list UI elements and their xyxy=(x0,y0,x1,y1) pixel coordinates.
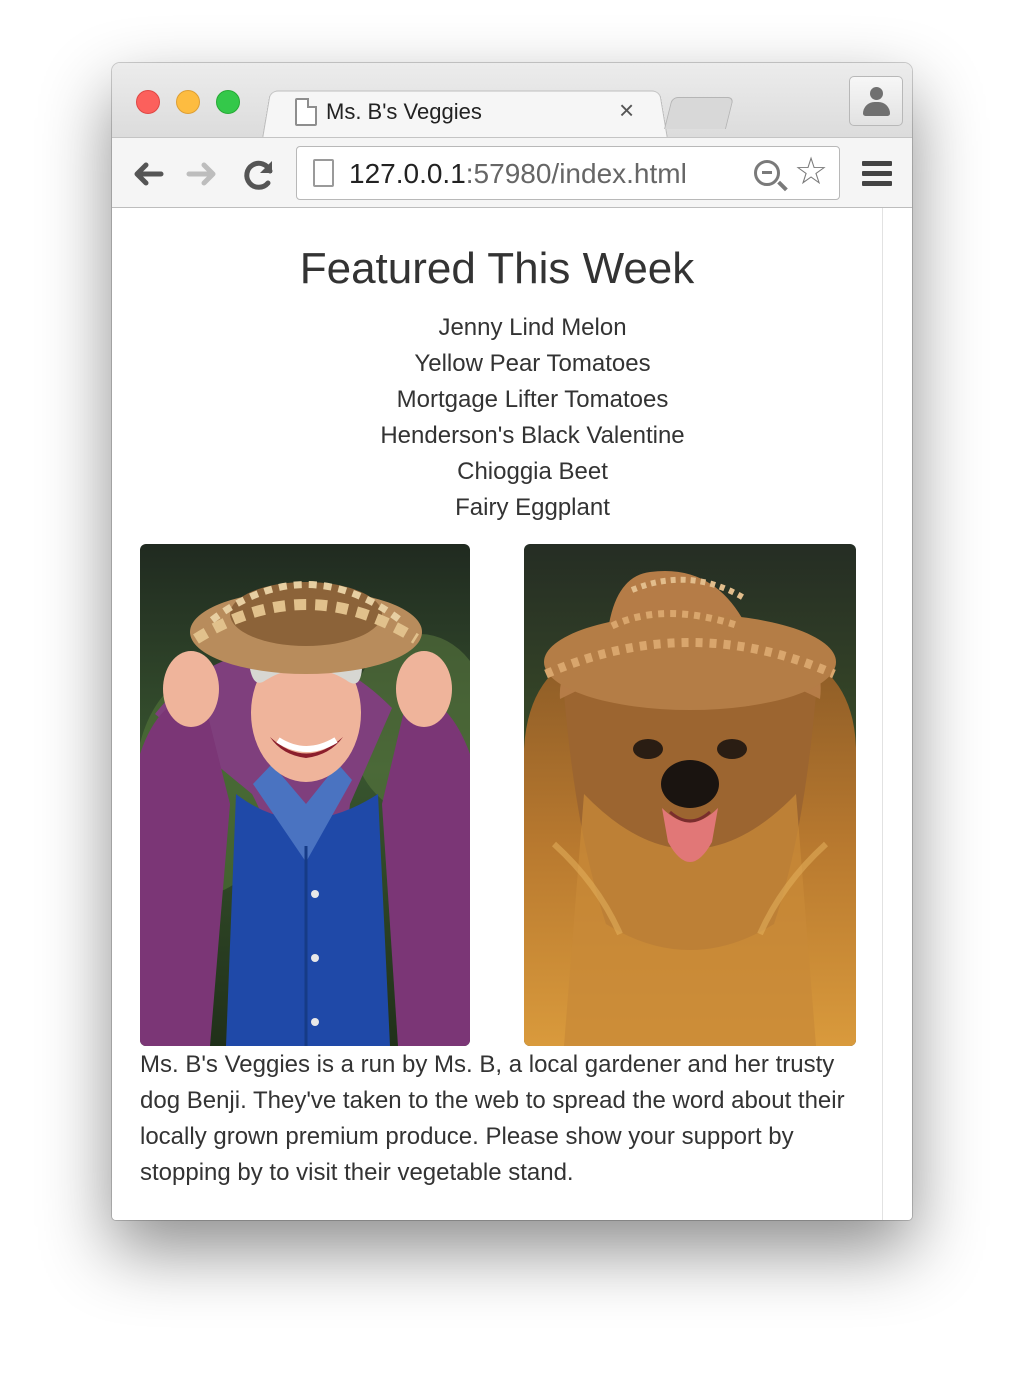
forward-arrow-icon[interactable] xyxy=(182,154,222,194)
url-path: :57980/index.html xyxy=(465,158,687,189)
profile-icon xyxy=(870,87,883,100)
new-tab-button[interactable] xyxy=(664,97,734,129)
minimize-window-button[interactable] xyxy=(176,90,200,114)
list-item: Jenny Lind Melon xyxy=(438,314,627,341)
forward-arrow-svg xyxy=(186,162,216,186)
photo-benji xyxy=(524,544,856,1046)
title-bar: Ms. B's Veggies × xyxy=(112,63,912,139)
tab-title: Ms. B's Veggies xyxy=(326,99,482,124)
close-window-button[interactable] xyxy=(136,90,160,114)
active-tab-content[interactable]: Ms. B's Veggies × xyxy=(292,93,652,133)
page-content: Featured This Week Jenny Lind Melon Yell… xyxy=(112,208,882,1220)
tab-close-button[interactable]: × xyxy=(619,95,634,126)
photo-ms-b xyxy=(140,544,470,1046)
page-icon xyxy=(313,159,334,187)
scrollbar[interactable] xyxy=(882,208,912,1220)
zoom-icon[interactable] xyxy=(754,160,780,186)
address-bar[interactable]: 127.0.0.1:57980/index.html ☆ xyxy=(296,146,840,200)
page-icon xyxy=(295,98,317,126)
maximize-window-button[interactable] xyxy=(216,90,240,114)
about-paragraph: Ms. B's Veggies is a run by Ms. B, a loc… xyxy=(140,1051,845,1186)
list-item: Chioggia Beet xyxy=(457,458,608,485)
list-item: Fairy Eggplant xyxy=(455,494,610,521)
reload-svg xyxy=(244,160,273,190)
list-item: Mortgage Lifter Tomatoes xyxy=(396,386,669,413)
back-arrow-icon[interactable] xyxy=(128,154,168,194)
page-title: Featured This Week xyxy=(299,244,695,293)
menu-line xyxy=(862,161,892,166)
url-host: 127.0.0.1 xyxy=(349,158,466,189)
back-arrow-svg xyxy=(134,162,164,186)
list-item: Yellow Pear Tomatoes xyxy=(414,350,651,377)
browser-window: Ms. B's Veggies × 127.0.0.1:57980/index.… xyxy=(112,63,912,1220)
url-text[interactable]: 127.0.0.1:57980/index.html xyxy=(349,158,687,190)
profile-icon-body xyxy=(863,102,890,116)
photo-benji-svg xyxy=(524,544,856,1046)
featured-list: Jenny Lind Melon Yellow Pear Tomatoes Mo… xyxy=(112,310,912,526)
reload-icon[interactable] xyxy=(239,154,279,194)
star-icon[interactable]: ☆ xyxy=(794,150,828,194)
menu-icon[interactable] xyxy=(862,161,892,187)
menu-line xyxy=(862,181,892,186)
browser-toolbar: 127.0.0.1:57980/index.html ☆ xyxy=(112,137,912,208)
photo-ms-b-svg xyxy=(140,544,470,1046)
menu-line xyxy=(862,171,892,176)
list-item: Henderson's Black Valentine xyxy=(380,422,685,449)
profile-button[interactable] xyxy=(849,76,903,126)
